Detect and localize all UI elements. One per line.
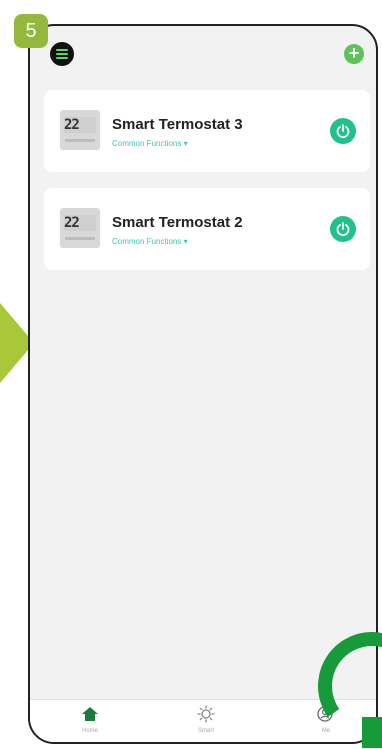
- tab-smart[interactable]: Smart: [176, 704, 236, 734]
- thermostat-icon: 22: [60, 110, 100, 150]
- thermostat-icon: 22: [60, 208, 100, 248]
- device-name: Smart Termostat 2: [112, 214, 243, 231]
- step-badge: 5: [14, 14, 48, 48]
- common-functions-link[interactable]: Common Functions ▾: [112, 237, 188, 246]
- add-device-icon[interactable]: +: [344, 44, 364, 64]
- common-functions-link[interactable]: Common Functions ▾: [112, 139, 188, 148]
- tab-home[interactable]: Home: [60, 704, 120, 734]
- phone-frame: + 22 Smart Termostat 3 Common Functions …: [28, 24, 378, 744]
- smart-sun-icon: [176, 704, 236, 724]
- menu-icon[interactable]: [50, 42, 74, 66]
- decorative-arc-stem: [362, 717, 382, 748]
- home-icon: [60, 704, 120, 724]
- power-icon: [336, 222, 350, 236]
- device-card[interactable]: 22 Smart Termostat 3 Common Functions ▾: [44, 90, 370, 172]
- power-icon: [336, 124, 350, 138]
- device-name: Smart Termostat 3: [112, 116, 243, 133]
- tab-label: Smart: [197, 728, 214, 734]
- power-button[interactable]: [330, 118, 356, 144]
- power-button[interactable]: [330, 216, 356, 242]
- device-card[interactable]: 22 Smart Termostat 2 Common Functions ▾: [44, 188, 370, 270]
- tab-label: Home: [81, 728, 98, 734]
- thermostat-display: 22: [64, 117, 96, 133]
- thermostat-display: 22: [64, 215, 96, 231]
